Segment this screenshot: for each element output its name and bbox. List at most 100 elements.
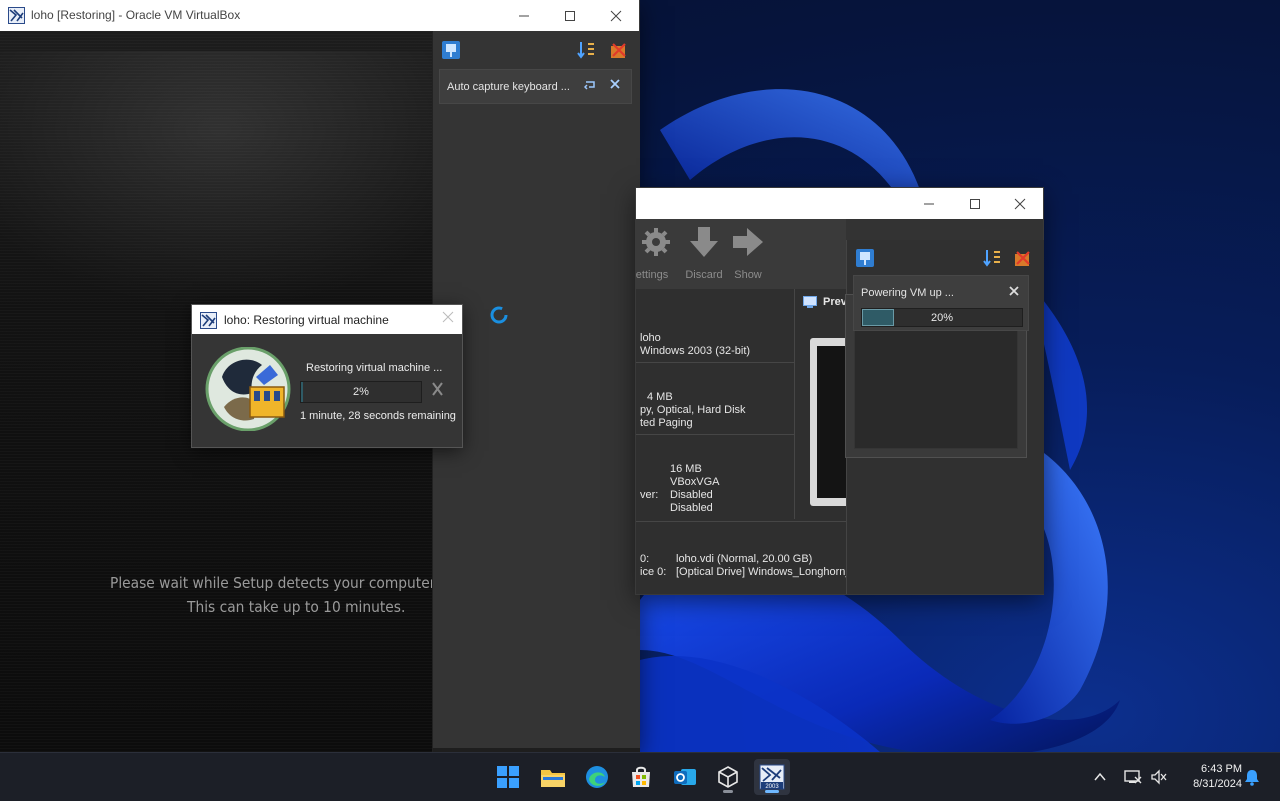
windows-start-icon bbox=[497, 766, 519, 788]
cancel-x-icon bbox=[432, 382, 443, 396]
powering-progress-bar: 20% bbox=[861, 308, 1023, 327]
display-video-memory: 16 MB bbox=[670, 463, 702, 475]
close-icon bbox=[442, 311, 454, 323]
setup-detecting-text: Please wait while Setup detects your com… bbox=[110, 574, 432, 592]
restore-progress-bar: 2% bbox=[300, 381, 422, 403]
close-button[interactable] bbox=[593, 0, 639, 31]
virtualbox-vm-icon bbox=[8, 7, 25, 24]
system-acceleration: ted Paging bbox=[640, 417, 693, 429]
maximize-button[interactable] bbox=[547, 0, 593, 31]
chevron-up-icon bbox=[1094, 772, 1106, 781]
clear-notifications-icon[interactable] bbox=[1013, 248, 1033, 268]
network-disconnected-icon bbox=[1124, 770, 1142, 784]
notification-close-icon[interactable] bbox=[1009, 286, 1019, 299]
details-separator bbox=[636, 362, 794, 363]
storage-key-1: ice 0: bbox=[640, 566, 667, 578]
manager-notification-center: Powering VM up ... 20% bbox=[845, 240, 1044, 594]
details-separator bbox=[636, 434, 794, 435]
discard-tool-label: Discard bbox=[685, 269, 723, 281]
settings-tool-label: ettings bbox=[635, 269, 669, 281]
settings-tool-button[interactable]: ettings bbox=[628, 225, 676, 281]
notification-close-icon[interactable] bbox=[610, 79, 620, 92]
edge-browser-icon bbox=[586, 766, 608, 788]
preview-thumbnail bbox=[810, 338, 850, 506]
system-memory: 4 MB bbox=[647, 391, 673, 403]
manager-close-button[interactable] bbox=[997, 188, 1043, 219]
vm-window-titlebar[interactable]: loho [Restoring] - Oracle VM VirtualBox bbox=[0, 0, 639, 31]
display-controller: VBoxVGA bbox=[670, 476, 720, 488]
display-remote-server: Disabled bbox=[670, 489, 713, 501]
bell-icon bbox=[1245, 770, 1259, 786]
general-os: Windows 2003 (32-bit) bbox=[640, 345, 751, 357]
minimize-icon bbox=[924, 203, 934, 204]
details-separator bbox=[636, 521, 846, 522]
notification-powering-up: Powering VM up ... 20% bbox=[853, 275, 1029, 331]
busy-spinner-icon bbox=[490, 306, 508, 324]
tray-volume-muted[interactable] bbox=[1150, 753, 1168, 801]
discard-tool-button[interactable]: Discard bbox=[680, 225, 728, 281]
sort-order-icon[interactable] bbox=[983, 248, 1003, 268]
display-remote-key: ver: bbox=[640, 489, 659, 501]
manager-toolbar: ettings Discard Show bbox=[636, 219, 846, 289]
monitor-icon bbox=[803, 296, 817, 308]
tray-network-status[interactable] bbox=[1124, 753, 1142, 801]
restore-status-text: Restoring virtual machine ... bbox=[306, 362, 443, 374]
taskbar-start-button[interactable] bbox=[490, 759, 526, 795]
restore-state-icon bbox=[205, 347, 291, 431]
restore-cancel-button[interactable] bbox=[430, 381, 444, 400]
powering-progress-label: 20% bbox=[930, 311, 954, 324]
restore-dialog-titlebar[interactable]: loho: Restoring virtual machine bbox=[192, 305, 462, 334]
running-indicator bbox=[723, 790, 733, 793]
notification-auto-capture: Auto capture keyboard ... bbox=[439, 69, 632, 104]
notification-pin-icon[interactable] bbox=[441, 40, 461, 60]
close-icon bbox=[610, 10, 622, 21]
virtualbox-icon bbox=[718, 766, 738, 788]
tray-overflow-button[interactable] bbox=[1093, 753, 1107, 801]
tray-clock[interactable]: 6:43 PM 8/31/2024 bbox=[1172, 762, 1242, 792]
outlook-icon bbox=[674, 769, 696, 785]
taskbar-edge[interactable] bbox=[579, 759, 615, 795]
notification-pin-icon[interactable] bbox=[855, 248, 875, 268]
taskbar-file-explorer[interactable] bbox=[535, 759, 571, 795]
gear-icon bbox=[642, 228, 670, 256]
system-boot-order: py, Optical, Hard Disk bbox=[640, 404, 746, 416]
clear-notifications-icon[interactable] bbox=[609, 40, 629, 60]
maximize-icon bbox=[970, 198, 980, 209]
notification-settings-icon[interactable] bbox=[583, 79, 596, 94]
folder-icon bbox=[541, 770, 565, 787]
restore-dialog-close-button[interactable] bbox=[442, 310, 454, 327]
vm-2003-icon: 2003 bbox=[759, 764, 785, 790]
show-tool-button[interactable]: Show bbox=[724, 225, 772, 281]
taskbar-outlook[interactable] bbox=[667, 759, 703, 795]
minimize-button[interactable] bbox=[501, 0, 547, 31]
virtualbox-manager-window: ettings Discard Show loho Windows 2003 (… bbox=[636, 188, 1044, 594]
active-indicator bbox=[765, 790, 779, 793]
taskbar-virtualbox[interactable] bbox=[710, 759, 746, 795]
manager-titlebar[interactable] bbox=[636, 188, 1043, 219]
restore-dialog-title: loho: Restoring virtual machine bbox=[224, 313, 389, 327]
restore-progress-dialog: loho: Restoring virtual machine Restorin… bbox=[192, 305, 462, 447]
close-icon bbox=[1014, 198, 1026, 209]
manager-maximize-button[interactable] bbox=[952, 188, 998, 219]
manager-minimize-button[interactable] bbox=[906, 188, 952, 219]
taskbar-vm-loho[interactable]: 2003 bbox=[754, 759, 790, 795]
storage-value-0: loho.vdi (Normal, 20.00 GB) bbox=[676, 553, 813, 565]
taskbar-store[interactable] bbox=[623, 759, 659, 795]
general-name: loho bbox=[640, 332, 661, 344]
notification-text: Powering VM up ... bbox=[861, 287, 954, 299]
discard-arrow-icon bbox=[690, 227, 718, 257]
show-arrow-icon bbox=[733, 228, 763, 256]
volume-muted-icon bbox=[1151, 769, 1167, 785]
display-recording: Disabled bbox=[670, 502, 713, 514]
clock-time: 6:43 PM bbox=[1201, 763, 1242, 775]
restore-remaining-text: 1 minute, 28 seconds remaining bbox=[300, 410, 456, 422]
vm-window-title: loho [Restoring] - Oracle VM VirtualBox bbox=[31, 8, 241, 22]
setup-duration-text: This can take up to 10 minutes. bbox=[187, 598, 406, 616]
sort-order-icon[interactable] bbox=[577, 40, 597, 60]
preview-heading: Prev bbox=[823, 296, 847, 308]
notifications-button[interactable] bbox=[1244, 753, 1260, 801]
taskbar: 2003 6:43 PM 8/31/2024 bbox=[0, 752, 1280, 801]
virtualbox-vm-icon bbox=[200, 312, 217, 329]
vm-notification-center: Auto capture keyboard ... bbox=[432, 31, 640, 752]
maximize-icon bbox=[565, 10, 575, 21]
